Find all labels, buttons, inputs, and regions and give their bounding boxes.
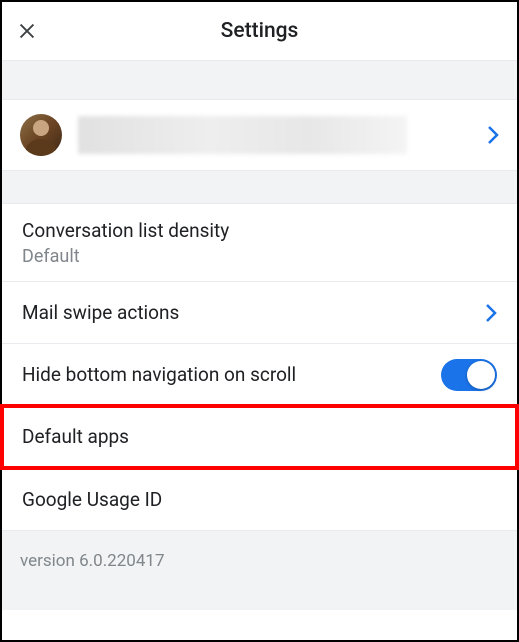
avatar — [20, 114, 62, 156]
account-row[interactable] — [2, 100, 517, 170]
close-button[interactable] — [2, 2, 52, 60]
toggle-knob — [467, 361, 495, 389]
version-label: version 6.0.220417 — [20, 551, 499, 571]
google-usage-id-row[interactable]: Google Usage ID — [2, 468, 517, 530]
section-divider — [2, 170, 517, 204]
row-label: Hide bottom navigation on scroll — [22, 363, 441, 386]
chevron-right-icon — [487, 125, 499, 145]
account-name-redacted — [78, 116, 407, 154]
hide-bottom-nav-row[interactable]: Hide bottom navigation on scroll — [2, 344, 517, 406]
settings-list: Conversation list density Default Mail s… — [2, 204, 517, 530]
row-label: Default apps — [22, 425, 129, 448]
default-apps-row[interactable]: Default apps — [2, 406, 517, 468]
row-label: Google Usage ID — [22, 488, 162, 511]
footer: version 6.0.220417 — [2, 530, 517, 610]
section-divider — [2, 60, 517, 100]
row-label: Conversation list density — [22, 219, 229, 242]
conversation-density-row[interactable]: Conversation list density Default — [2, 204, 517, 282]
header: Settings — [2, 2, 517, 60]
page-title: Settings — [221, 19, 299, 43]
hide-bottom-nav-toggle[interactable] — [441, 359, 497, 391]
chevron-right-icon — [485, 303, 497, 323]
mail-swipe-row[interactable]: Mail swipe actions — [2, 282, 517, 344]
row-label: Mail swipe actions — [22, 301, 485, 324]
close-icon — [16, 20, 38, 42]
row-value: Default — [22, 246, 80, 267]
